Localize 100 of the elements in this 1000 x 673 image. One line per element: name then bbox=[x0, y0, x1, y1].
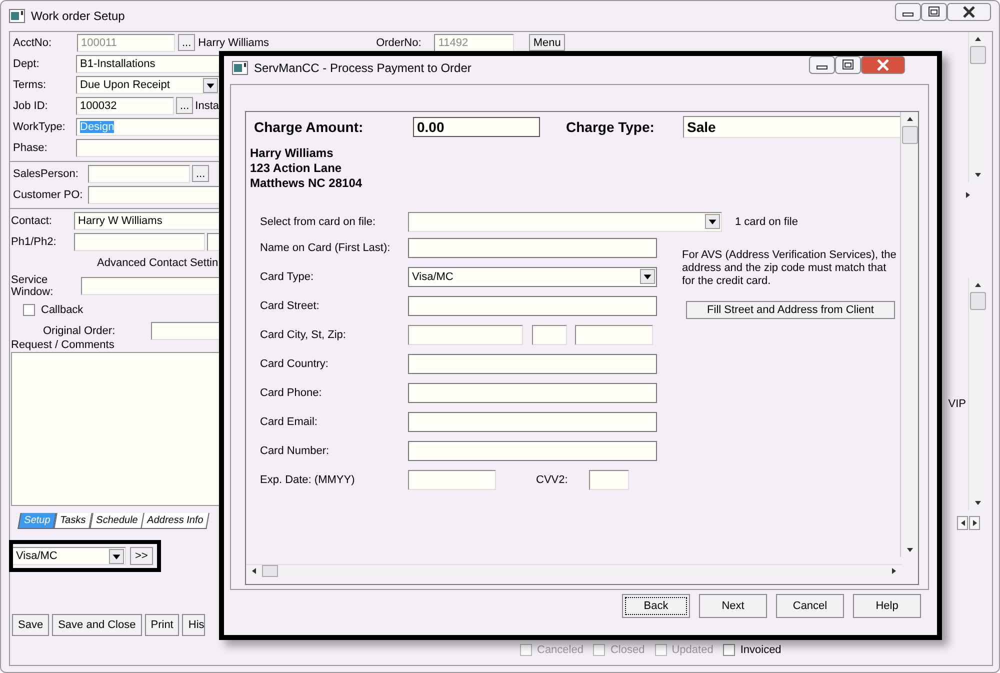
scrollbar[interactable] bbox=[900, 112, 918, 557]
charge-type-field[interactable]: Sale bbox=[683, 116, 900, 138]
client-name: Harry Williams bbox=[198, 36, 270, 48]
input-field[interactable] bbox=[207, 232, 220, 250]
checkbox[interactable] bbox=[723, 644, 736, 656]
tab[interactable]: Schedule bbox=[89, 513, 144, 529]
dialog-button[interactable]: Help bbox=[853, 594, 921, 618]
comments-field[interactable] bbox=[11, 352, 220, 506]
action-button[interactable]: Print bbox=[144, 614, 180, 636]
zip-field[interactable] bbox=[575, 324, 653, 344]
field-label: Terms: bbox=[13, 78, 47, 90]
maximize-icon[interactable] bbox=[921, 3, 947, 21]
checkbox[interactable] bbox=[23, 304, 35, 316]
next-button[interactable]: >> bbox=[130, 547, 153, 565]
input-field[interactable] bbox=[408, 238, 657, 258]
scroll-down-icon[interactable] bbox=[974, 171, 982, 179]
dialog-button[interactable]: Next bbox=[699, 594, 767, 618]
action-button[interactable]: Save and Close bbox=[52, 614, 142, 636]
input-field[interactable]: Harry W Williams bbox=[74, 212, 220, 230]
fill-address-button[interactable]: Fill Street and Address from Client bbox=[686, 301, 895, 319]
avs-note: For AVS (Address Verification Services), the address and the zip code must match that for the credit card. bbox=[682, 249, 898, 288]
city-field[interactable] bbox=[408, 324, 523, 344]
dialog-button[interactable]: Cancel bbox=[776, 594, 844, 618]
field-text: Advanced Contact Settin bbox=[97, 256, 218, 268]
scroll-down-icon[interactable] bbox=[974, 499, 982, 507]
lookup-button[interactable]: ... bbox=[192, 165, 210, 182]
minimize-icon[interactable] bbox=[809, 56, 835, 74]
field-label: Customer PO: bbox=[13, 188, 84, 200]
tab-scroll-right-icon[interactable] bbox=[970, 519, 978, 527]
tab[interactable]: Tasks bbox=[54, 513, 92, 529]
scrollbar-thumb[interactable] bbox=[902, 126, 918, 144]
checkbox-label: Canceled bbox=[537, 644, 584, 656]
input-field[interactable] bbox=[408, 412, 657, 432]
lookup-button[interactable]: ... bbox=[176, 97, 194, 114]
app-icon bbox=[232, 61, 248, 75]
input-field[interactable] bbox=[88, 164, 190, 182]
window-title: Work order Setup bbox=[31, 8, 125, 22]
scroll-up-icon[interactable] bbox=[974, 281, 982, 289]
scrollbar-thumb[interactable] bbox=[262, 565, 278, 577]
input-field[interactable] bbox=[88, 186, 220, 204]
input-field[interactable] bbox=[76, 138, 220, 156]
state-field[interactable] bbox=[532, 324, 567, 344]
field-label: Dept: bbox=[13, 58, 40, 70]
close-icon[interactable] bbox=[947, 3, 991, 21]
input-field[interactable] bbox=[408, 470, 496, 490]
input-field[interactable] bbox=[408, 440, 657, 460]
scroll-left-icon[interactable] bbox=[250, 567, 258, 575]
field-label: Card Street: bbox=[260, 300, 320, 312]
scroll-right-icon[interactable] bbox=[890, 567, 898, 575]
field-label: Job ID: bbox=[13, 100, 49, 112]
field-label: Card City, St, Zip: bbox=[260, 328, 347, 340]
dropdown[interactable]: Due Upon Receipt bbox=[76, 76, 220, 94]
input-field[interactable] bbox=[81, 277, 220, 295]
input-field[interactable] bbox=[408, 354, 657, 374]
field-label: Charge Amount: bbox=[254, 119, 364, 135]
field-label: Request / Comments bbox=[11, 340, 116, 350]
field-label: VIP bbox=[948, 398, 966, 410]
checkbox-label: Invoiced bbox=[740, 644, 782, 656]
field-label: Original Order: bbox=[42, 324, 116, 336]
scroll-up-icon[interactable] bbox=[974, 35, 982, 43]
scroll-right-icon[interactable] bbox=[964, 191, 972, 199]
field-label: Card Email: bbox=[260, 416, 318, 428]
dropdown[interactable]: Visa/MC bbox=[13, 547, 126, 565]
field-label: AcctNo: bbox=[13, 36, 53, 48]
scrollbar-thumb[interactable] bbox=[970, 292, 986, 310]
input-field[interactable]: 100032 bbox=[76, 96, 174, 114]
action-button[interactable]: His bbox=[182, 614, 206, 636]
field-label: Select from card on file: bbox=[260, 216, 377, 228]
maximize-icon[interactable] bbox=[835, 56, 861, 74]
field-label: Name on Card (First Last): bbox=[260, 242, 392, 254]
tab-scroll-left-icon[interactable] bbox=[958, 519, 966, 527]
field-label: SalesPerson: bbox=[13, 168, 80, 180]
field-text: Insta bbox=[195, 100, 220, 112]
scroll-down-icon[interactable] bbox=[906, 546, 914, 554]
address-line: Matthews NC 28104 bbox=[250, 176, 364, 191]
scroll-up-icon[interactable] bbox=[906, 115, 914, 123]
input-field[interactable] bbox=[408, 382, 657, 402]
field-label: CVV2: bbox=[536, 474, 569, 486]
input-field[interactable] bbox=[151, 322, 220, 340]
tab[interactable]: Address Info bbox=[141, 513, 210, 529]
scrollbar-thumb[interactable] bbox=[970, 46, 986, 64]
action-button[interactable]: Save bbox=[12, 614, 50, 636]
minimize-icon[interactable] bbox=[895, 3, 921, 21]
dialog-button[interactable]: Back bbox=[622, 594, 690, 618]
input-field[interactable] bbox=[589, 470, 629, 490]
menu-button[interactable]: Menu bbox=[529, 34, 565, 51]
input-field[interactable]: B1-Installations bbox=[76, 54, 220, 72]
lookup-button[interactable]: ... bbox=[178, 34, 196, 51]
field-label: Card Phone: bbox=[260, 386, 323, 398]
amount-field[interactable]: 0.00 bbox=[413, 117, 540, 137]
dropdown[interactable]: Visa/MC bbox=[408, 266, 657, 286]
field-label: Card Country: bbox=[260, 358, 330, 370]
input-field[interactable] bbox=[408, 296, 657, 316]
field-label: Service Window: bbox=[11, 274, 54, 298]
dialog-title: ServManCC - Process Payment to Order bbox=[254, 61, 472, 75]
field-label: WorkType: bbox=[13, 120, 66, 132]
field-label: Contact: bbox=[11, 214, 53, 226]
address-line: Harry Williams bbox=[250, 146, 334, 161]
checkbox-label: Updated bbox=[672, 644, 714, 656]
input-field[interactable] bbox=[74, 232, 205, 250]
